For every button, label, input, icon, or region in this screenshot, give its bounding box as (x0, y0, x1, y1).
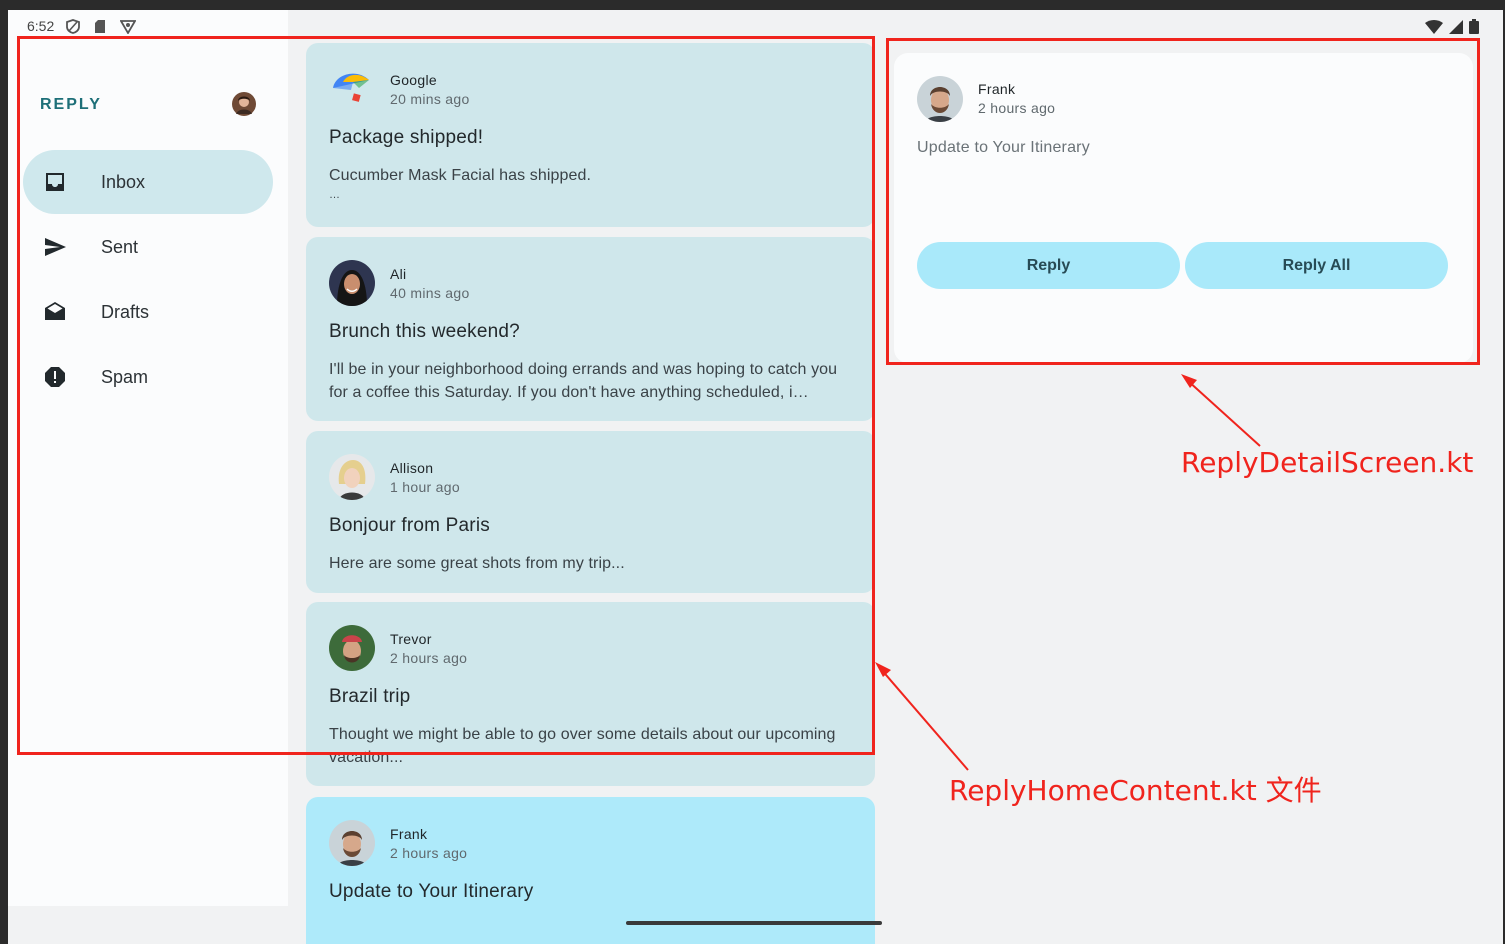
home-content-annotation: ReplyHomeContent.kt 文件 (949, 774, 1322, 807)
detail-arrow-line (1186, 379, 1261, 447)
home-arrow-head (875, 662, 891, 677)
detail-screen-annotation: ReplyDetailScreen.kt (1181, 446, 1474, 479)
home-arrow-line (879, 667, 969, 771)
